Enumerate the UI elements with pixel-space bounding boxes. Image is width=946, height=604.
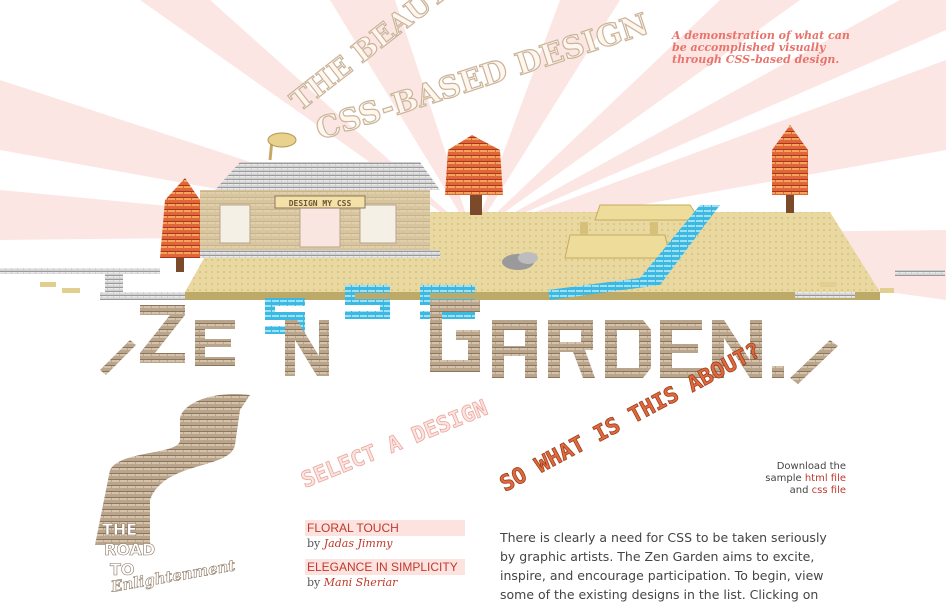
download-links: Download the sample html file and css fi… — [760, 461, 846, 497]
road-text-2: ROAD — [104, 540, 155, 559]
author-link[interactable]: Jadas Jimmy — [324, 537, 393, 550]
author-link[interactable]: Mani Sheriar — [324, 576, 398, 589]
css-file-link[interactable]: css file — [812, 485, 846, 496]
header-illustration: THE BEAUTY OF CSS-BASED DESIGN DESIGN MY… — [0, 0, 946, 592]
intro-paragraph: There is clearly a need for CSS to be ta… — [500, 529, 827, 602]
html-file-link[interactable]: html file — [805, 473, 846, 484]
list-item: ELEGANCE IN SIMPLICITY by Mani Sheriar — [305, 559, 465, 590]
tagline-line-3: through CSS-based design. — [672, 53, 840, 66]
building — [195, 132, 440, 258]
list-item: FLORAL TOUCH by Jadas Jimmy — [305, 520, 465, 551]
road-text-1: THE — [102, 520, 137, 539]
by-label: by — [307, 576, 321, 589]
by-label: by — [307, 537, 321, 550]
design-link[interactable]: ELEGANCE IN SIMPLICITY — [305, 559, 465, 575]
design-link[interactable]: FLORAL TOUCH — [305, 520, 465, 536]
tree-left — [160, 178, 200, 272]
design-author-line: by Mani Sheriar — [305, 575, 465, 590]
tagline: A demonstration of what can be accomplis… — [672, 30, 852, 66]
building-sign: DESIGN MY CSS — [289, 199, 352, 208]
design-author-line: by Jadas Jimmy — [305, 536, 465, 551]
design-list: FLORAL TOUCH by Jadas Jimmy ELEGANCE IN … — [305, 520, 465, 598]
road-art: THE ROAD TO Enlightenment — [95, 394, 250, 592]
download-joiner: and — [789, 485, 809, 496]
select-design-heading: SELECT A DESIGN — [298, 396, 492, 494]
